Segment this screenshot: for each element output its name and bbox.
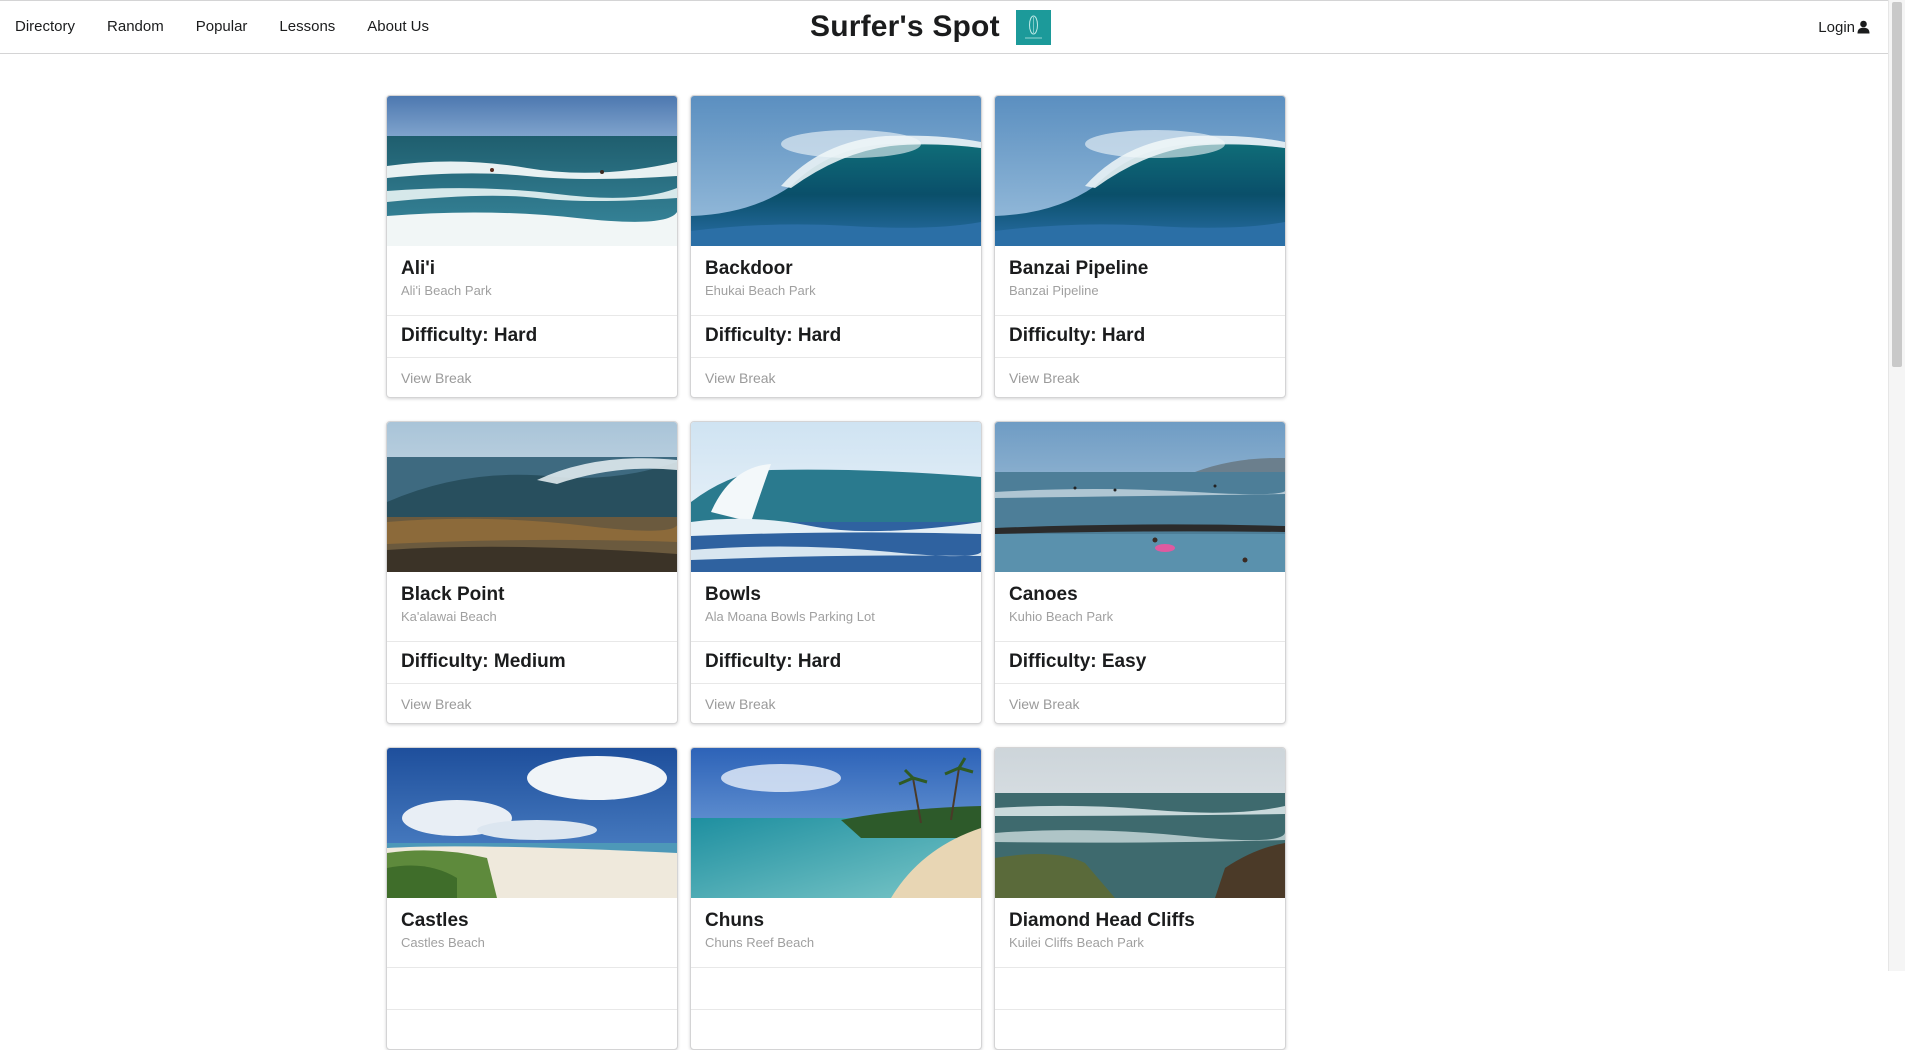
break-difficulty: Difficulty: Hard: [691, 642, 981, 684]
card-content: Ali'i Ali'i Beach Park: [387, 246, 677, 316]
break-location: Castles Beach: [401, 935, 485, 950]
top-nav: Directory Random Popular Lessons About U…: [0, 0, 1905, 54]
break-difficulty: Difficulty: Hard: [691, 316, 981, 358]
break-difficulty: [691, 968, 981, 1010]
view-break-link[interactable]: View Break: [995, 358, 1285, 397]
break-location: Ka'alawai Beach: [401, 609, 497, 624]
break-photo-black-point: [387, 422, 677, 572]
user-icon: [1857, 20, 1870, 34]
card-content: Bowls Ala Moana Bowls Parking Lot: [691, 572, 981, 642]
break-name[interactable]: Ali'i: [401, 258, 663, 280]
card-content: Castles Castles Beach: [387, 898, 677, 968]
break-name[interactable]: Canoes: [1009, 584, 1271, 606]
nav-menu: Directory Random Popular Lessons About U…: [0, 1, 445, 53]
break-location: Banzai Pipeline: [1009, 283, 1099, 298]
nav-item-directory[interactable]: Directory: [0, 1, 91, 53]
break-photo-chuns: [691, 748, 981, 898]
view-break-link[interactable]: View Break: [995, 684, 1285, 723]
card-content: Backdoor Ehukai Beach Park: [691, 246, 981, 316]
break-location: Ehukai Beach Park: [705, 283, 816, 298]
break-difficulty: Difficulty: Hard: [387, 316, 677, 358]
break-card[interactable]: Canoes Kuhio Beach Park Difficulty: Easy…: [994, 421, 1286, 724]
break-name[interactable]: Bowls: [705, 584, 967, 606]
view-break-link[interactable]: View Break: [387, 684, 677, 723]
page-scrollbar[interactable]: [1888, 0, 1905, 971]
break-card[interactable]: Ali'i Ali'i Beach Park Difficulty: Hard …: [386, 95, 678, 398]
break-difficulty: Difficulty: Easy: [995, 642, 1285, 684]
break-name[interactable]: Diamond Head Cliffs: [1009, 910, 1271, 932]
break-photo-banzai-pipeline: [995, 96, 1285, 246]
break-card[interactable]: Diamond Head Cliffs Kuilei Cliffs Beach …: [994, 747, 1286, 1050]
break-card[interactable]: Castles Castles Beach: [386, 747, 678, 1050]
view-break-link[interactable]: View Break: [691, 358, 981, 397]
break-name[interactable]: Backdoor: [705, 258, 967, 280]
break-difficulty: [995, 968, 1285, 1010]
break-card[interactable]: Chuns Chuns Reef Beach: [690, 747, 982, 1050]
login-label: Login: [1818, 18, 1855, 36]
break-name[interactable]: Castles: [401, 910, 663, 932]
break-photo-canoes: [995, 422, 1285, 572]
card-content: Canoes Kuhio Beach Park: [995, 572, 1285, 642]
card-content: Black Point Ka'alawai Beach: [387, 572, 677, 642]
nav-item-about-us[interactable]: About Us: [351, 1, 445, 53]
break-photo-diamond-head-cliffs: [995, 748, 1285, 898]
break-name[interactable]: Chuns: [705, 910, 967, 932]
break-location: Ala Moana Bowls Parking Lot: [705, 609, 875, 624]
break-card[interactable]: Banzai Pipeline Banzai Pipeline Difficul…: [994, 95, 1286, 398]
break-difficulty: [387, 968, 677, 1010]
break-difficulty: Difficulty: Medium: [387, 642, 677, 684]
break-photo-backdoor: [691, 96, 981, 246]
nav-item-random[interactable]: Random: [91, 1, 180, 53]
brand[interactable]: Surfer's Spot: [810, 1, 1051, 53]
login-button[interactable]: Login: [1818, 1, 1870, 53]
view-break-link[interactable]: View Break: [691, 684, 981, 723]
site-title: Surfer's Spot: [810, 10, 1000, 43]
break-name[interactable]: Banzai Pipeline: [1009, 258, 1271, 280]
break-location: Chuns Reef Beach: [705, 935, 815, 950]
nav-item-lessons[interactable]: Lessons: [263, 1, 351, 53]
card-content: Diamond Head Cliffs Kuilei Cliffs Beach …: [995, 898, 1285, 968]
break-photo-alii: [387, 96, 677, 246]
break-card-grid: Ali'i Ali'i Beach Park Difficulty: Hard …: [386, 95, 1286, 1050]
break-card[interactable]: Backdoor Ehukai Beach Park Difficulty: H…: [690, 95, 982, 398]
nav-item-popular[interactable]: Popular: [180, 1, 264, 53]
break-photo-bowls: [691, 422, 981, 572]
scrollbar-thumb[interactable]: [1892, 2, 1902, 367]
surfboard-logo-icon: [1015, 9, 1051, 45]
break-photo-castles: [387, 748, 677, 898]
view-break-link[interactable]: View Break: [387, 358, 677, 397]
break-location: Ali'i Beach Park: [401, 283, 492, 298]
break-difficulty: Difficulty: Hard: [995, 316, 1285, 358]
break-location: Kuilei Cliffs Beach Park: [1009, 935, 1144, 950]
card-content: Chuns Chuns Reef Beach: [691, 898, 981, 968]
break-card[interactable]: Bowls Ala Moana Bowls Parking Lot Diffic…: [690, 421, 982, 724]
break-card[interactable]: Black Point Ka'alawai Beach Difficulty: …: [386, 421, 678, 724]
card-content: Banzai Pipeline Banzai Pipeline: [995, 246, 1285, 316]
break-location: Kuhio Beach Park: [1009, 609, 1114, 624]
break-name[interactable]: Black Point: [401, 584, 663, 606]
